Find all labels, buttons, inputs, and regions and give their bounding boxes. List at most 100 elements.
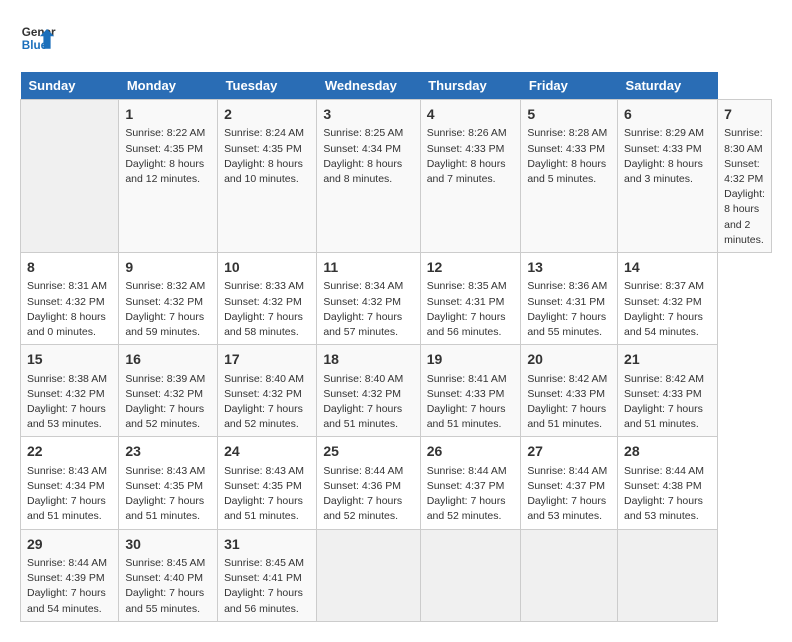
day-number: 3 <box>323 104 413 124</box>
calendar-cell: 9Sunrise: 8:32 AMSunset: 4:32 PMDaylight… <box>119 253 218 345</box>
day-number: 13 <box>527 257 611 277</box>
day-number: 17 <box>224 349 310 369</box>
day-number: 22 <box>27 441 112 461</box>
day-number: 19 <box>427 349 515 369</box>
calendar-cell: 31Sunrise: 8:45 AMSunset: 4:41 PMDayligh… <box>218 529 317 621</box>
calendar-cell: 27Sunrise: 8:44 AMSunset: 4:37 PMDayligh… <box>521 437 618 529</box>
calendar-cell <box>420 529 521 621</box>
calendar-cell: 15 Sunrise: 8:38 AMSunset: 4:32 PMDayligh… <box>21 345 119 437</box>
day-number: 18 <box>323 349 413 369</box>
calendar-cell <box>317 529 420 621</box>
calendar-cell: 20 Sunrise: 8:42 AMSunset: 4:33 PMDayligh… <box>521 345 618 437</box>
calendar-week-row: 8Sunrise: 8:31 AMSunset: 4:32 PMDaylight… <box>21 253 772 345</box>
day-info: Sunrise: 8:35 AMSunset: 4:31 PMDaylight:… <box>427 279 515 340</box>
calendar-cell: 14Sunrise: 8:37 AMSunset: 4:32 PMDayligh… <box>618 253 718 345</box>
day-info: Sunrise: 8:40 AMSunset: 4:32 PMDaylight:… <box>224 372 310 433</box>
day-info: Sunrise: 8:29 AMSunset: 4:33 PMDaylight:… <box>624 126 711 187</box>
day-number: 10 <box>224 257 310 277</box>
day-info: Sunrise: 8:37 AMSunset: 4:32 PMDaylight:… <box>624 279 711 340</box>
day-number: 11 <box>323 257 413 277</box>
calendar-cell: 22 Sunrise: 8:43 AMSunset: 4:34 PMDayligh… <box>21 437 119 529</box>
day-info: Sunrise: 8:36 AMSunset: 4:31 PMDaylight:… <box>527 279 611 340</box>
day-number: 4 <box>427 104 515 124</box>
day-info: Sunrise: 8:44 AMSunset: 4:39 PMDaylight:… <box>27 556 112 617</box>
logo-icon: General Blue <box>20 20 56 56</box>
day-number: 9 <box>125 257 211 277</box>
day-info: Sunrise: 8:22 AMSunset: 4:35 PMDaylight:… <box>125 126 211 187</box>
weekday-header-saturday: Saturday <box>618 72 718 100</box>
calendar-cell: 23Sunrise: 8:43 AMSunset: 4:35 PMDayligh… <box>119 437 218 529</box>
logo: General Blue <box>20 20 56 56</box>
calendar-cell: 5Sunrise: 8:28 AMSunset: 4:33 PMDaylight… <box>521 100 618 253</box>
calendar-cell: 17 Sunrise: 8:40 AMSunset: 4:32 PMDayligh… <box>218 345 317 437</box>
day-number: 5 <box>527 104 611 124</box>
day-number: 26 <box>427 441 515 461</box>
weekday-header-tuesday: Tuesday <box>218 72 317 100</box>
weekday-header-thursday: Thursday <box>420 72 521 100</box>
day-info: Sunrise: 8:39 AMSunset: 4:32 PMDaylight:… <box>125 372 211 433</box>
calendar-cell: 18 Sunrise: 8:40 AMSunset: 4:32 PMDayligh… <box>317 345 420 437</box>
day-info: Sunrise: 8:30 AMSunset: 4:32 PMDaylight:… <box>724 126 765 248</box>
calendar-cell: 6Sunrise: 8:29 AMSunset: 4:33 PMDaylight… <box>618 100 718 253</box>
calendar-cell: 11Sunrise: 8:34 AMSunset: 4:32 PMDayligh… <box>317 253 420 345</box>
calendar-cell: 1Sunrise: 8:22 AMSunset: 4:35 PMDaylight… <box>119 100 218 253</box>
day-number: 25 <box>323 441 413 461</box>
day-info: Sunrise: 8:42 AMSunset: 4:33 PMDaylight:… <box>527 372 611 433</box>
day-info: Sunrise: 8:40 AMSunset: 4:32 PMDaylight:… <box>323 372 413 433</box>
calendar-cell: 7Sunrise: 8:30 AMSunset: 4:32 PMDaylight… <box>718 100 772 253</box>
day-info: Sunrise: 8:45 AMSunset: 4:41 PMDaylight:… <box>224 556 310 617</box>
calendar-cell: 26Sunrise: 8:44 AMSunset: 4:37 PMDayligh… <box>420 437 521 529</box>
day-info: Sunrise: 8:38 AMSunset: 4:32 PMDaylight:… <box>27 372 112 433</box>
calendar-cell: 4Sunrise: 8:26 AMSunset: 4:33 PMDaylight… <box>420 100 521 253</box>
day-number: 24 <box>224 441 310 461</box>
calendar-cell: 16 Sunrise: 8:39 AMSunset: 4:32 PMDayligh… <box>119 345 218 437</box>
weekday-header-monday: Monday <box>119 72 218 100</box>
day-number: 1 <box>125 104 211 124</box>
calendar-cell-empty <box>21 100 119 253</box>
day-info: Sunrise: 8:44 AMSunset: 4:36 PMDaylight:… <box>323 464 413 525</box>
calendar-week-row: 1Sunrise: 8:22 AMSunset: 4:35 PMDaylight… <box>21 100 772 253</box>
calendar-cell: 25 Sunrise: 8:44 AMSunset: 4:36 PMDayligh… <box>317 437 420 529</box>
day-number: 15 <box>27 349 112 369</box>
weekday-header-friday: Friday <box>521 72 618 100</box>
calendar-cell: 12Sunrise: 8:35 AMSunset: 4:31 PMDayligh… <box>420 253 521 345</box>
day-info: Sunrise: 8:42 AMSunset: 4:33 PMDaylight:… <box>624 372 711 433</box>
weekday-header-row: SundayMondayTuesdayWednesdayThursdayFrid… <box>21 72 772 100</box>
day-info: Sunrise: 8:34 AMSunset: 4:32 PMDaylight:… <box>323 279 413 340</box>
day-number: 14 <box>624 257 711 277</box>
day-info: Sunrise: 8:32 AMSunset: 4:32 PMDaylight:… <box>125 279 211 340</box>
svg-text:General: General <box>22 26 56 39</box>
day-info: Sunrise: 8:28 AMSunset: 4:33 PMDaylight:… <box>527 126 611 187</box>
day-info: Sunrise: 8:43 AMSunset: 4:35 PMDaylight:… <box>125 464 211 525</box>
calendar-table: SundayMondayTuesdayWednesdayThursdayFrid… <box>20 72 772 622</box>
day-info: Sunrise: 8:43 AMSunset: 4:34 PMDaylight:… <box>27 464 112 525</box>
day-number: 8 <box>27 257 112 277</box>
calendar-cell: 3Sunrise: 8:25 AMSunset: 4:34 PMDaylight… <box>317 100 420 253</box>
calendar-cell: 29Sunrise: 8:44 AMSunset: 4:39 PMDayligh… <box>21 529 119 621</box>
day-number: 12 <box>427 257 515 277</box>
calendar-cell: 19 Sunrise: 8:41 AMSunset: 4:33 PMDayligh… <box>420 345 521 437</box>
day-info: Sunrise: 8:41 AMSunset: 4:33 PMDaylight:… <box>427 372 515 433</box>
calendar-cell: 24 Sunrise: 8:43 AMSunset: 4:35 PMDayligh… <box>218 437 317 529</box>
calendar-cell: 8Sunrise: 8:31 AMSunset: 4:32 PMDaylight… <box>21 253 119 345</box>
calendar-cell <box>618 529 718 621</box>
day-number: 21 <box>624 349 711 369</box>
day-number: 20 <box>527 349 611 369</box>
day-number: 28 <box>624 441 711 461</box>
day-info: Sunrise: 8:31 AMSunset: 4:32 PMDaylight:… <box>27 279 112 340</box>
calendar-cell: 10Sunrise: 8:33 AMSunset: 4:32 PMDayligh… <box>218 253 317 345</box>
weekday-header-wednesday: Wednesday <box>317 72 420 100</box>
day-number: 7 <box>724 104 765 124</box>
day-info: Sunrise: 8:44 AMSunset: 4:38 PMDaylight:… <box>624 464 711 525</box>
day-info: Sunrise: 8:45 AMSunset: 4:40 PMDaylight:… <box>125 556 211 617</box>
day-number: 6 <box>624 104 711 124</box>
day-number: 27 <box>527 441 611 461</box>
weekday-header-sunday: Sunday <box>21 72 119 100</box>
day-info: Sunrise: 8:43 AMSunset: 4:35 PMDaylight:… <box>224 464 310 525</box>
day-info: Sunrise: 8:25 AMSunset: 4:34 PMDaylight:… <box>323 126 413 187</box>
calendar-cell <box>521 529 618 621</box>
calendar-cell: 2Sunrise: 8:24 AMSunset: 4:35 PMDaylight… <box>218 100 317 253</box>
day-number: 16 <box>125 349 211 369</box>
calendar-week-row: 15 Sunrise: 8:38 AMSunset: 4:32 PMDayligh… <box>21 345 772 437</box>
calendar-cell: 28 Sunrise: 8:44 AMSunset: 4:38 PMDayligh… <box>618 437 718 529</box>
